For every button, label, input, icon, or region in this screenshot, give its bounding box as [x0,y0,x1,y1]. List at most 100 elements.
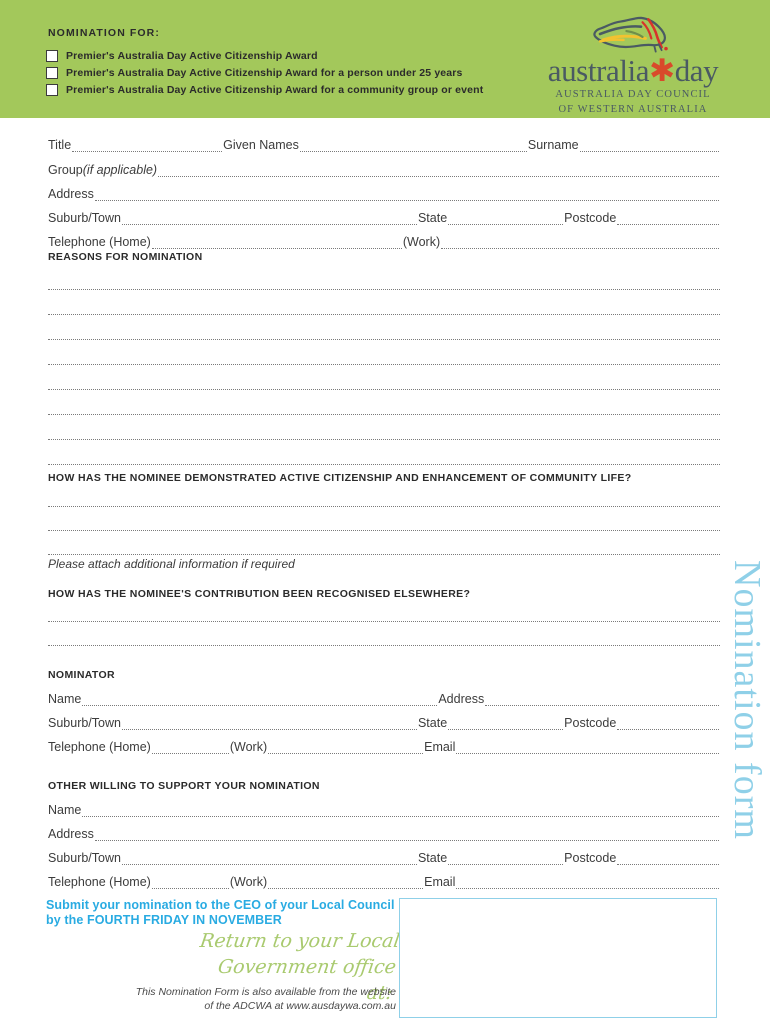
footer-submit-line2: by the FOURTH FRIDAY IN NOVEMBER [46,913,282,927]
award-checkbox-row-2[interactable]: Premier's Australia Day Active Citizensh… [46,65,606,80]
label-nominator-suburb: Suburb/Town [48,716,121,730]
input-state[interactable] [448,213,564,225]
field-row-supporter-address[interactable]: Address [48,825,720,841]
field-row-address[interactable]: Address [48,185,720,201]
label-supporter-tel-home: Telephone (Home) [48,875,151,889]
logo-subtitle-line2: OF WESTERN AUSTRALIA [558,104,708,115]
reasons-line-6[interactable] [48,414,720,415]
label-nominator-email: Email [424,740,456,754]
field-row-nominator-name[interactable]: Name Address [48,690,720,706]
footer-note-line2: of the ADCWA at www.ausdaywa.com.au [204,1000,396,1012]
label-address: Address [48,187,94,201]
reasons-line-8[interactable] [48,464,720,465]
vertical-nomination-form-title: Nomination form [726,560,768,840]
heading-other-supporter: OTHER WILLING TO SUPPORT YOUR NOMINATION [48,780,320,792]
checkbox-label-2: Premier's Australia Day Active Citizensh… [66,66,463,79]
checkbox-award-under-25[interactable] [46,66,58,79]
input-nominator-tel-home[interactable] [151,742,229,754]
field-row-nominator-phone[interactable]: Telephone (Home) (Work) Email [48,738,720,754]
label-state: State [417,211,448,225]
label-supporter-address: Address [48,827,94,841]
footer-website-note: This Nomination Form is also available f… [100,985,396,1013]
reasons-line-7[interactable] [48,439,720,440]
input-supporter-name[interactable] [82,805,719,817]
australia-map-icon [593,16,668,53]
reasons-line-4[interactable] [48,364,720,365]
input-address[interactable] [94,189,719,201]
field-row-title-names[interactable]: Title Given Names Surname [48,136,720,152]
reasons-line-1[interactable] [48,289,720,290]
input-supporter-postcode[interactable] [617,853,719,865]
note-attach-additional-info: Please attach additional information if … [48,557,295,571]
local-council-address-box[interactable] [399,898,717,1018]
label-surname: Surname [527,138,579,152]
label-telephone-home: Telephone (Home) [48,235,151,249]
label-telephone-work: (Work) [402,235,441,249]
award-checkbox-row-1[interactable]: Premier's Australia Day Active Citizensh… [46,48,606,63]
nomination-for-title: NOMINATION FOR: [48,27,160,39]
field-row-nominator-suburb[interactable]: Suburb/Town State Postcode [48,714,720,730]
label-given-names: Given Names [223,138,299,152]
input-postcode[interactable] [617,213,719,225]
input-supporter-suburb[interactable] [121,853,417,865]
input-supporter-tel-work[interactable] [268,877,424,889]
input-surname[interactable] [579,140,719,152]
logo-wordmark: australia✱day [538,55,728,86]
field-row-group[interactable]: Group (if applicable) [48,161,720,177]
logo-wordmark-day: day [674,53,719,88]
input-supporter-tel-home[interactable] [151,877,229,889]
input-nominator-postcode[interactable] [617,718,719,730]
checkbox-award-citizenship[interactable] [46,49,58,62]
label-nominator-address: Address [438,692,485,706]
logo-star-dot: ✱ [649,53,675,88]
input-suburb-town[interactable] [121,213,417,225]
label-suburb-town: Suburb/Town [48,211,121,225]
label-group-italic: (if applicable) [82,163,158,177]
heading-nominator: NOMINATOR [48,669,115,681]
checkbox-label-3: Premier's Australia Day Active Citizensh… [66,83,484,96]
input-nominator-email[interactable] [456,742,719,754]
active-citizenship-line-3[interactable] [48,554,720,555]
field-row-telephone[interactable]: Telephone (Home) (Work) [48,233,720,249]
input-supporter-address[interactable] [94,829,719,841]
field-row-supporter-suburb[interactable]: Suburb/Town State Postcode [48,849,720,865]
input-nominator-name[interactable] [82,694,438,706]
active-citizenship-line-1[interactable] [48,506,720,507]
input-telephone-work[interactable] [441,237,719,249]
input-supporter-state[interactable] [448,853,564,865]
award-checkbox-list: Premier's Australia Day Active Citizensh… [46,48,606,99]
award-checkbox-row-3[interactable]: Premier's Australia Day Active Citizensh… [46,82,606,97]
australia-day-council-logo: australia✱day AUSTRALIA DAY COUNCIL OF W… [538,12,728,116]
input-group[interactable] [158,165,719,177]
label-nominator-tel-home: Telephone (Home) [48,740,151,754]
heading-reasons-for-nomination: REASONS FOR NOMINATION [48,251,203,263]
logo-subtitle-line1: AUSTRALIA DAY COUNCIL [555,89,711,100]
input-nominator-address[interactable] [485,694,719,706]
input-nominator-suburb[interactable] [121,718,417,730]
field-row-supporter-phone[interactable]: Telephone (Home) (Work) Email [48,873,720,889]
input-title[interactable] [72,140,223,152]
label-supporter-email: Email [424,875,456,889]
header-green-band: NOMINATION FOR: Premier's Australia Day … [0,0,770,118]
input-supporter-email[interactable] [456,877,719,889]
heading-recognised-elsewhere: HOW HAS THE NOMINEE'S CONTRIBUTION BEEN … [48,588,471,600]
input-telephone-home[interactable] [151,237,402,249]
input-given-names[interactable] [299,140,527,152]
checkbox-award-community-group[interactable] [46,83,58,96]
active-citizenship-line-2[interactable] [48,530,720,531]
input-nominator-state[interactable] [448,718,564,730]
reasons-line-5[interactable] [48,389,720,390]
reasons-line-3[interactable] [48,339,720,340]
label-nominator-state: State [417,716,448,730]
label-nominator-tel-work: (Work) [229,740,268,754]
label-nominator-postcode: Postcode [564,716,617,730]
label-supporter-name: Name [48,803,82,817]
field-row-suburb[interactable]: Suburb/Town State Postcode [48,209,720,225]
input-nominator-tel-work[interactable] [268,742,424,754]
field-row-supporter-name[interactable]: Name [48,801,720,817]
recognised-line-2[interactable] [48,645,720,646]
logo-wordmark-australia: australia [547,53,650,88]
recognised-line-1[interactable] [48,621,720,622]
reasons-line-2[interactable] [48,314,720,315]
label-group: Group [48,163,83,177]
